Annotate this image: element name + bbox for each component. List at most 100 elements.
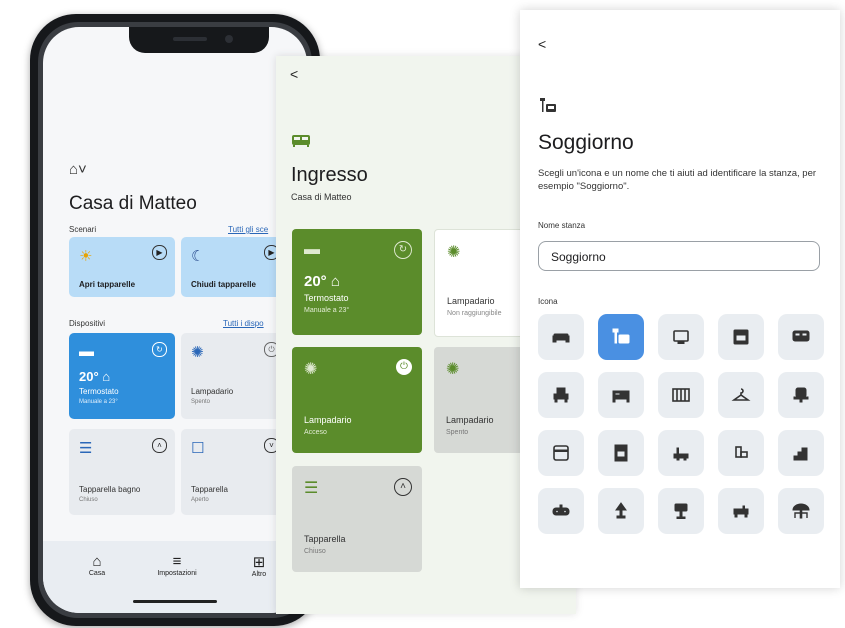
device-tile-blind[interactable]: ☐ ˅ Tapparella Aperto <box>181 429 287 515</box>
scene-label: Chiudi tapparelle <box>191 280 256 289</box>
room-tile-blind[interactable]: ☰ ˄ Tapparella Chiuso <box>292 466 422 572</box>
device-status: Manuale a 23° <box>79 399 118 405</box>
device-tile-bath-blind[interactable]: ☰ ˄ Tapparella bagno Chiuso <box>69 429 175 515</box>
scene-tile-close-blinds[interactable]: ☾ ▶ Chiudi tapparelle <box>181 237 287 297</box>
icon-option[interactable] <box>778 430 824 476</box>
stairs-icon <box>793 447 808 461</box>
device-name: Lampadario <box>191 387 234 396</box>
thermostat-temp: 20° ⌂ <box>79 369 111 384</box>
bathtub-icon <box>673 447 689 461</box>
room-title: Ingresso <box>291 164 368 186</box>
nav-home[interactable]: ⌂ Casa <box>77 553 117 577</box>
back-button[interactable]: < <box>290 66 298 82</box>
cabinet-icon <box>292 135 310 147</box>
nav-label: Casa <box>88 570 106 577</box>
icon-option[interactable] <box>718 488 764 534</box>
device-name: Termostato <box>304 293 349 303</box>
icon-option[interactable] <box>538 488 584 534</box>
icon-option[interactable] <box>598 430 644 476</box>
editor-description: Scegli un'icona e un nome che ti aiuti a… <box>538 168 817 192</box>
icon-option[interactable] <box>658 314 704 360</box>
phone-screen: ⌂˅ Casa di Matteo Scenari Tutti gli sce … <box>43 27 307 613</box>
icon-option[interactable] <box>538 372 584 418</box>
cabinet-icon <box>792 330 810 342</box>
icon-option[interactable] <box>778 372 824 418</box>
blinds-icon: ☰ <box>79 440 93 457</box>
back-button[interactable]: < <box>538 36 546 52</box>
device-name: Tapparella <box>191 485 228 494</box>
office-chair-icon <box>793 387 809 403</box>
home-icon: ⌂ <box>92 553 102 570</box>
device-name: Tapparella bagno <box>79 485 141 494</box>
crib-icon <box>672 388 690 402</box>
nav-settings[interactable]: ≡ Impostazioni <box>147 553 207 577</box>
nav-more[interactable]: ⊞ Altro <box>239 553 279 578</box>
refresh-icon[interactable]: ↻ <box>152 342 167 357</box>
icon-option[interactable] <box>598 488 644 534</box>
power-icon[interactable]: ⏻ <box>396 359 412 375</box>
icon-option[interactable] <box>598 314 644 360</box>
device-status: Chiuso <box>304 548 326 555</box>
armchair-lamp-icon <box>540 98 556 112</box>
chevron-up-icon[interactable]: ˄ <box>394 478 412 496</box>
lightbulb-icon: ✺ <box>447 244 461 261</box>
scene-label: Apri tapparelle <box>79 280 136 289</box>
grid-icon: ⊞ <box>252 554 266 571</box>
armchair-lamp-icon <box>612 328 630 344</box>
room-tile-chandelier-on[interactable]: ✺ ⏻ Lampadario Acceso <box>292 347 422 453</box>
icon-option[interactable] <box>778 314 824 360</box>
oven-icon <box>733 329 749 345</box>
table-lamp-icon <box>615 502 627 519</box>
icon-option[interactable] <box>658 430 704 476</box>
icon-option[interactable] <box>778 488 824 534</box>
all-devices-link[interactable]: Tutti i dispo <box>223 319 264 328</box>
monitor-icon <box>673 330 689 344</box>
icon-option[interactable] <box>658 372 704 418</box>
patio-umbrella-icon <box>792 503 810 519</box>
device-status: Manuale a 23° <box>304 307 350 314</box>
icon-option[interactable] <box>658 488 704 534</box>
device-name: Tapparella <box>304 534 346 544</box>
icon-option[interactable] <box>598 372 644 418</box>
device-name: Lampadario <box>446 415 494 425</box>
icon-grid <box>538 314 824 548</box>
room-editor-panel: < Soggiorno Scegli un'icona e un nome ch… <box>520 10 840 588</box>
room-name-input[interactable]: Soggiorno <box>538 241 820 271</box>
icon-option[interactable] <box>538 430 584 476</box>
device-name: Lampadario <box>447 296 495 306</box>
room-subtitle: Casa di Matteo <box>291 192 352 202</box>
sliders-icon: ≡ <box>172 553 182 570</box>
sofa-small-icon <box>553 387 569 403</box>
home-indicator <box>133 600 217 603</box>
icon-option[interactable] <box>718 430 764 476</box>
device-status: Chiuso <box>79 497 98 503</box>
thermostat-icon: ▬ <box>79 343 94 360</box>
microwave-icon <box>553 445 569 461</box>
room-tile-thermostat[interactable]: ▬ ↻ 20° ⌂ Termostato Manuale a 23° <box>292 229 422 335</box>
speaker-grill <box>173 37 207 41</box>
window-icon: ☐ <box>191 440 205 457</box>
home-title: Casa di Matteo <box>69 193 197 214</box>
icon-option[interactable] <box>718 314 764 360</box>
icon-option[interactable] <box>718 372 764 418</box>
scene-tile-open-blinds[interactable]: ☀ ▶ Apri tapparelle <box>69 237 175 297</box>
device-tile-chandelier[interactable]: ✺ ⏻ Lampadario Spento <box>181 333 287 419</box>
lightbulb-icon: ✺ <box>191 344 204 361</box>
device-status: Spento <box>191 399 211 405</box>
room-name-label: Nome stanza <box>538 221 586 230</box>
refresh-icon[interactable]: ↻ <box>394 241 412 259</box>
wardrobe-icon <box>733 505 749 518</box>
home-selector-icon[interactable]: ⌂˅ <box>69 161 87 178</box>
device-name: Lampadario <box>304 415 352 425</box>
device-tile-thermostat[interactable]: ▬ ↻ 20° ⌂ Termostato Manuale a 23° <box>69 333 175 419</box>
device-status: Non raggiungibile <box>447 310 502 317</box>
play-icon[interactable]: ▶ <box>152 245 167 260</box>
icon-option[interactable] <box>538 314 584 360</box>
bed-icon <box>612 390 630 403</box>
all-scenes-link[interactable]: Tutti gli sce <box>228 225 268 234</box>
device-status: Aperto <box>191 497 209 503</box>
devices-label: Dispositivi <box>69 319 106 328</box>
front-camera <box>225 35 233 43</box>
chevron-up-icon[interactable]: ˄ <box>152 438 167 453</box>
device-status: Acceso <box>304 429 327 436</box>
